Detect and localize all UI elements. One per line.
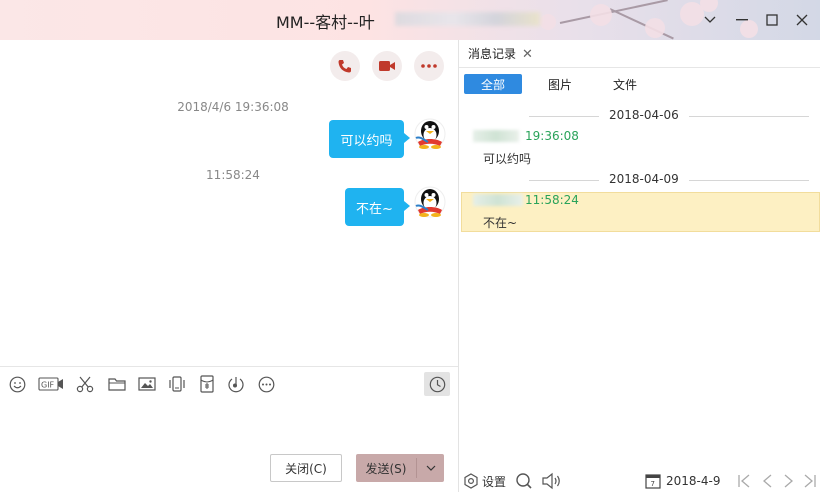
red-packet-icon[interactable] (198, 375, 216, 393)
last-page-icon[interactable] (803, 470, 817, 492)
gif-icon[interactable]: GIF (38, 375, 64, 393)
title-redaction (395, 12, 540, 26)
search-icon[interactable] (515, 470, 533, 492)
current-date: 2018-4-9 (666, 474, 721, 488)
message-bubble[interactable]: 不在~ (345, 188, 410, 226)
minimize-button[interactable] (732, 10, 752, 30)
blossom-decoration (645, 18, 665, 38)
chevron-down-icon[interactable] (417, 454, 444, 482)
image-icon[interactable] (138, 375, 156, 393)
clock-icon[interactable] (424, 372, 450, 396)
message-bubble[interactable]: 可以约吗 (329, 120, 410, 158)
maximize-button[interactable] (762, 10, 782, 30)
send-button-label[interactable]: 发送(S) (356, 454, 416, 482)
record-text[interactable]: 不在~ (483, 214, 517, 231)
more-options-icon[interactable] (257, 375, 275, 393)
history-footer: 设置 7 2018-4-9 (459, 470, 820, 492)
folder-icon[interactable] (108, 375, 126, 393)
sender-name-redacted (473, 130, 519, 142)
date-label: 2018-04-09 (609, 172, 679, 186)
date-separator: 2018-04-06 (459, 108, 820, 124)
video-icon[interactable] (372, 51, 402, 81)
music-icon[interactable] (227, 375, 245, 393)
window-title: MM--客村--叶 (276, 13, 375, 32)
next-page-icon[interactable] (783, 470, 795, 492)
speaker-icon[interactable] (541, 470, 563, 492)
emoji-icon[interactable] (8, 375, 26, 393)
settings-button[interactable]: 设置 (463, 470, 506, 492)
message-timestamp: 11:58:24 (206, 168, 260, 182)
send-button[interactable]: 发送(S) (356, 454, 444, 482)
svg-text:7: 7 (651, 480, 655, 488)
tab-underline (459, 67, 820, 68)
first-page-icon[interactable] (737, 470, 751, 492)
message-timestamp: 2018/4/6 19:36:08 (177, 100, 289, 114)
filter-all[interactable]: 全部 (464, 74, 522, 94)
svg-text:GIF: GIF (41, 381, 55, 390)
prev-page-icon[interactable] (761, 470, 773, 492)
blossom-decoration (590, 4, 612, 26)
record-text[interactable]: 可以约吗 (483, 150, 531, 167)
shake-icon[interactable] (168, 375, 186, 393)
history-panel: 消息记录 ✕ 全部 图片 文件 2018-04-06 19:36:08 可以约吗… (459, 40, 820, 492)
tab-label: 消息记录 (468, 46, 517, 61)
calendar-button[interactable]: 7 2018-4-9 (645, 470, 720, 492)
blossom-decoration (540, 14, 556, 30)
settings-label: 设置 (482, 474, 507, 489)
calendar-icon: 7 (645, 474, 661, 489)
phone-icon[interactable] (330, 51, 360, 81)
close-icon[interactable]: ✕ (522, 47, 533, 62)
title-bar: MM--客村--叶 (0, 0, 820, 40)
gear-icon (464, 473, 478, 489)
scissors-icon[interactable] (76, 375, 94, 393)
input-toolbar: GIF (0, 366, 458, 400)
chat-window: MM--客村--叶 2018/4/6 19:36:08 可以约吗 11:58:2… (0, 0, 820, 492)
date-separator: 2018-04-09 (459, 172, 820, 188)
date-label: 2018-04-06 (609, 108, 679, 122)
close-window-button[interactable] (792, 10, 812, 30)
chevron-down-icon[interactable] (700, 10, 720, 30)
close-button[interactable]: 关闭(C) (270, 454, 342, 482)
chat-panel: 2018/4/6 19:36:08 可以约吗 11:58:24 不在~ GIF … (0, 40, 458, 492)
filter-images[interactable]: 图片 (537, 74, 583, 94)
record-time: 11:58:24 (525, 193, 579, 207)
filter-files[interactable]: 文件 (602, 74, 648, 94)
avatar (414, 186, 446, 218)
sender-name-redacted (473, 194, 523, 206)
record-time: 19:36:08 (525, 129, 579, 143)
avatar (414, 118, 446, 150)
more-icon[interactable] (414, 51, 444, 81)
